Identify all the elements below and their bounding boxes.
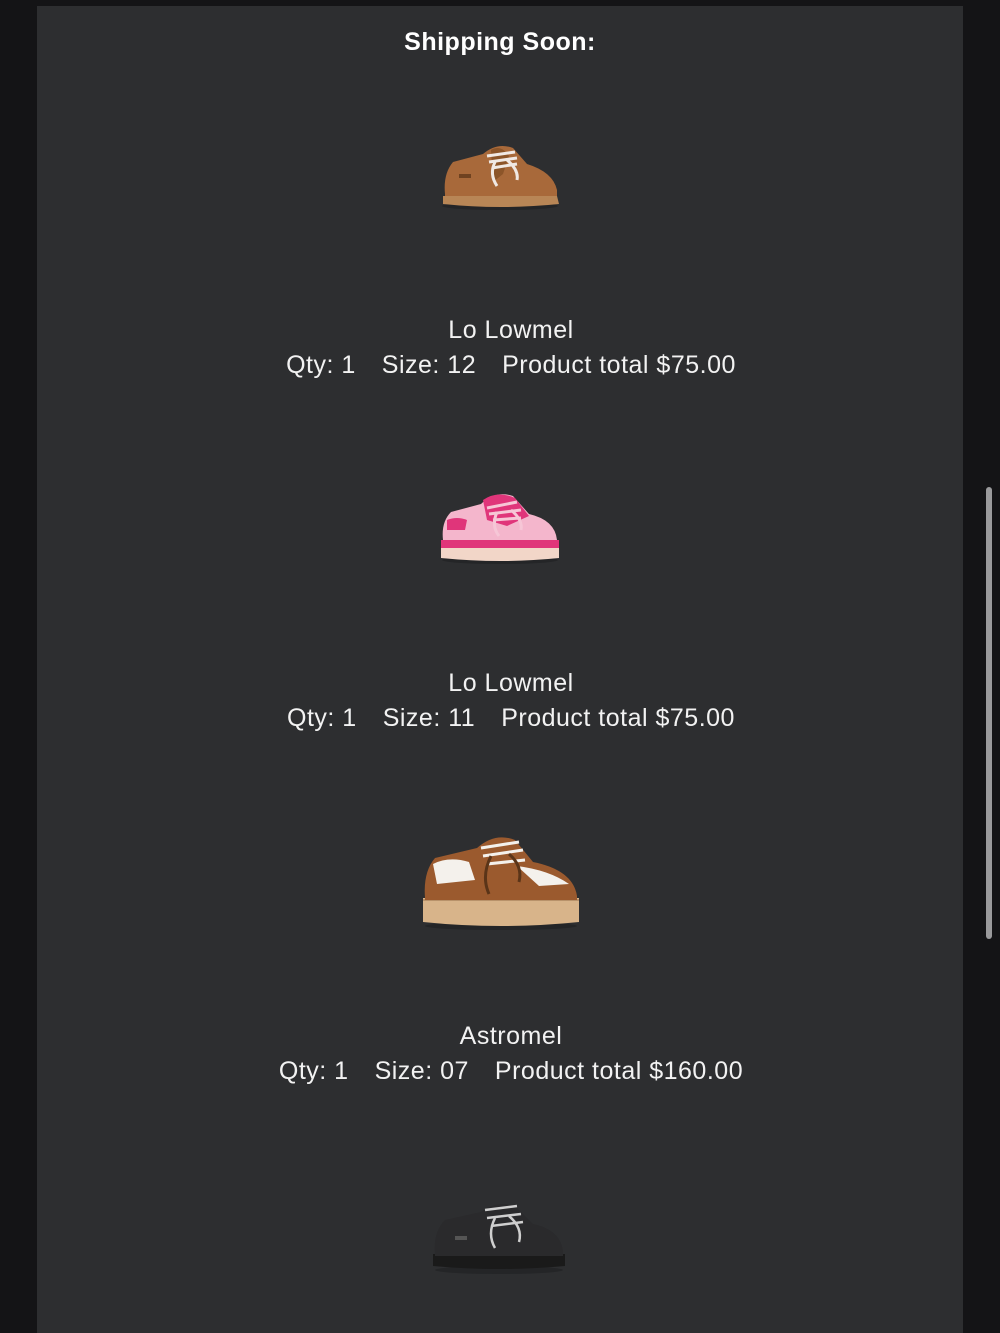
chestnut-platform-sneaker-image[interactable] bbox=[419, 826, 585, 932]
product-total: Product total $160.00 bbox=[494, 1057, 744, 1085]
product-details: Qty: 1 Size: 07 Product total $160.00 bbox=[37, 1057, 985, 1086]
product-name[interactable]: Lo Lowmel bbox=[37, 669, 985, 698]
product-qty: Qty: 1 bbox=[287, 704, 357, 732]
shipping-soon-heading: Shipping Soon: bbox=[404, 28, 596, 56]
pink-sneaker-image[interactable] bbox=[437, 486, 567, 566]
product-details: Qty: 1 Size: 11 Product total $75.00 bbox=[37, 704, 985, 733]
product-qty: Qty: 1 bbox=[278, 1057, 349, 1085]
order-email-card: Shipping Soon: Lo Lowmel Qty: 1 Size: 12 P… bbox=[37, 6, 963, 1333]
black-sneaker-image[interactable] bbox=[429, 1196, 573, 1276]
email-viewport: Shipping Soon: Lo Lowmel Qty: 1 Size: 12 P… bbox=[0, 0, 1000, 1333]
tan-sneaker-image[interactable] bbox=[437, 134, 567, 214]
product-details: Qty: 1 Size: 12 Product total $75.00 bbox=[37, 351, 985, 380]
product-name[interactable]: Astromel bbox=[37, 1022, 985, 1051]
product-total: Product total $75.00 bbox=[501, 704, 735, 732]
product-size: Size: 11 bbox=[382, 704, 476, 732]
product-size: Size: 12 bbox=[381, 351, 477, 379]
scrollbar[interactable] bbox=[986, 487, 992, 939]
product-size: Size: 07 bbox=[374, 1057, 469, 1085]
product-name[interactable]: Lo Lowmel bbox=[37, 316, 985, 345]
product-total: Product total $75.00 bbox=[502, 351, 736, 379]
product-qty: Qty: 1 bbox=[286, 351, 356, 379]
